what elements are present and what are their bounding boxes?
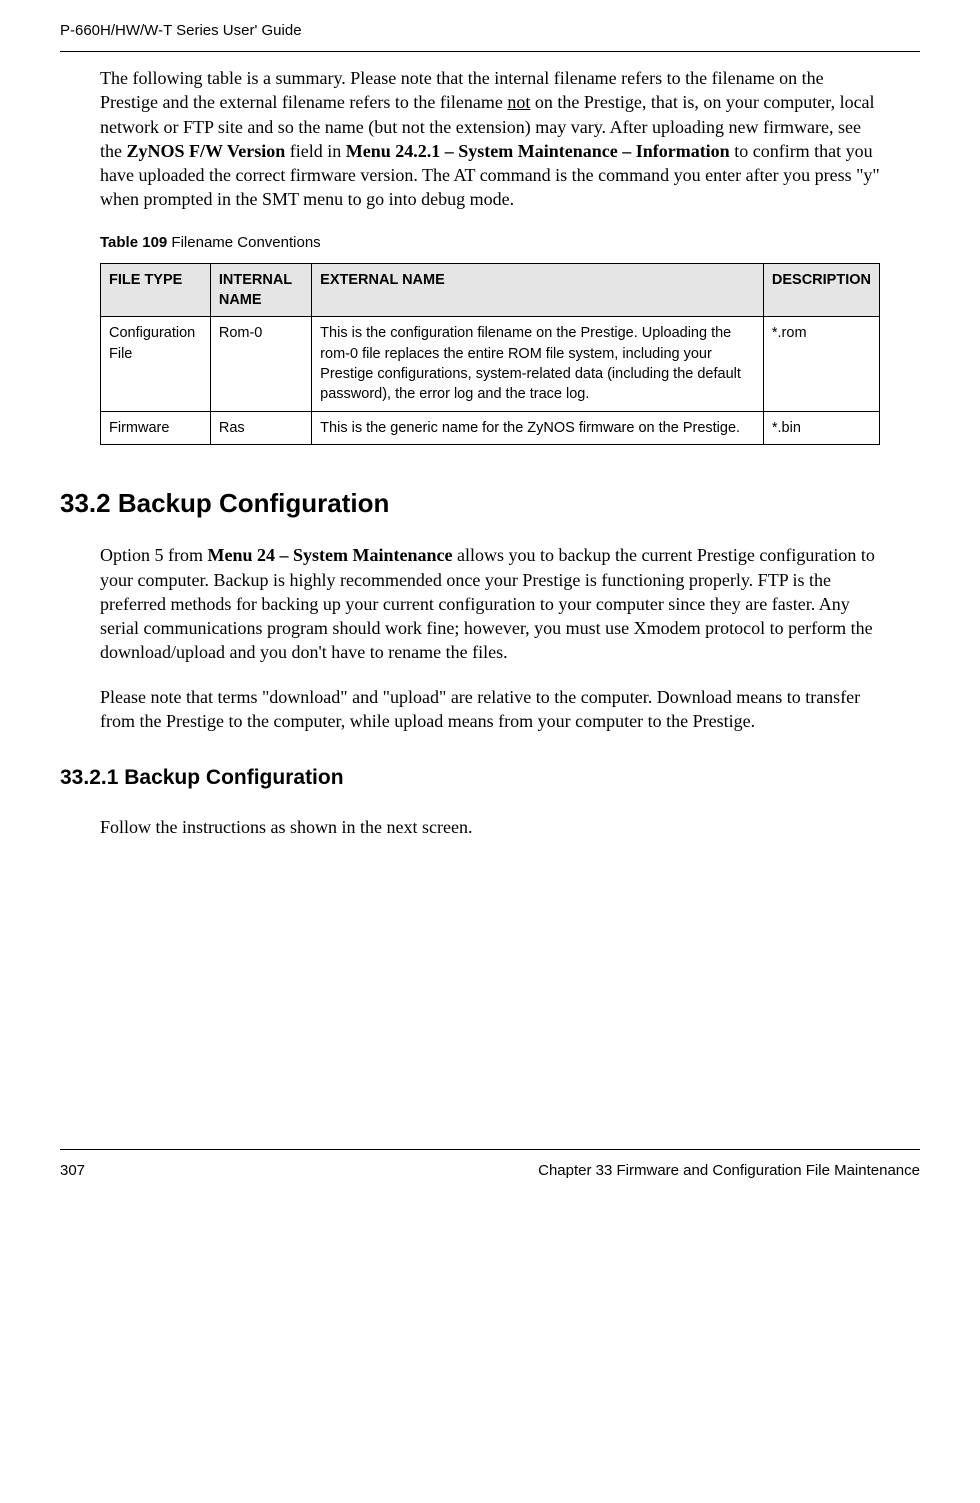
table-header-row: FILE TYPE INTERNAL NAME EXTERNAL NAME DE… (101, 263, 880, 317)
cell-external-name: This is the generic name for the ZyNOS f… (312, 411, 764, 444)
cell-internal-name: Ras (210, 411, 311, 444)
cell-description: *.bin (763, 411, 879, 444)
col-header-external-name: EXTERNAL NAME (312, 263, 764, 317)
cell-description: *.rom (763, 317, 879, 411)
intro-paragraph: The following table is a summary. Please… (100, 66, 880, 212)
chapter-title: Chapter 33 Firmware and Configuration Fi… (538, 1160, 920, 1181)
section-33-2-1-para: Follow the instructions as shown in the … (100, 815, 880, 839)
cell-external-name: This is the configuration filename on th… (312, 317, 764, 411)
intro-bold-1: ZyNOS F/W Version (127, 141, 286, 161)
section-33-2-para-1: Option 5 from Menu 24 – System Maintenan… (100, 543, 880, 664)
whitespace-spacer (60, 859, 920, 1149)
cell-file-type: Firmware (101, 411, 211, 444)
heading-33-2-1: 33.2.1 Backup Configuration (60, 763, 920, 792)
heading-33-2: 33.2 Backup Configuration (60, 485, 920, 521)
para1-text-1: Option 5 from (100, 545, 208, 565)
table-number: Table 109 (100, 234, 167, 251)
para1-bold: Menu 24 – System Maintenance (208, 545, 453, 565)
section-33-2-para-2: Please note that terms "download" and "u… (100, 685, 880, 734)
table-row: Firmware Ras This is the generic name fo… (101, 411, 880, 444)
col-header-file-type: FILE TYPE (101, 263, 211, 317)
table-caption-text: Filename Conventions (167, 234, 320, 251)
table-caption: Table 109 Filename Conventions (100, 232, 880, 253)
cell-file-type: Configuration File (101, 317, 211, 411)
document-header: P-660H/HW/W-T Series User' Guide (60, 20, 920, 52)
filename-conventions-table: FILE TYPE INTERNAL NAME EXTERNAL NAME DE… (100, 263, 880, 445)
col-header-internal-name: INTERNAL NAME (210, 263, 311, 317)
intro-text-3: field in (285, 141, 346, 161)
cell-internal-name: Rom-0 (210, 317, 311, 411)
guide-title: P-660H/HW/W-T Series User' Guide (60, 22, 302, 39)
table-row: Configuration File Rom-0 This is the con… (101, 317, 880, 411)
page-number: 307 (60, 1160, 85, 1181)
intro-underlined: not (507, 92, 530, 112)
col-header-description: DESCRIPTION (763, 263, 879, 317)
intro-bold-2: Menu 24.2.1 – System Maintenance – Infor… (346, 141, 730, 161)
page-footer: 307 Chapter 33 Firmware and Configuratio… (60, 1149, 920, 1181)
